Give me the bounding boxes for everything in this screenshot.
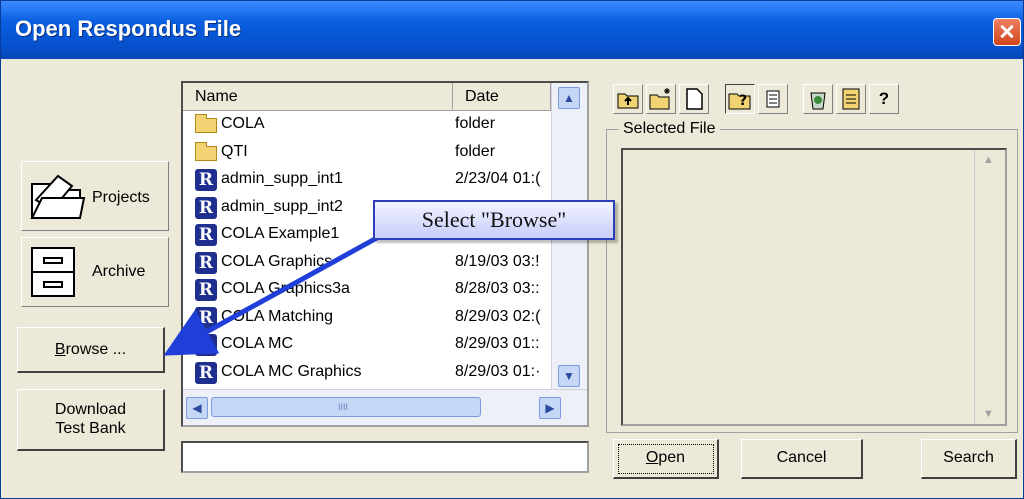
- annotation-callout: Select "Browse": [373, 200, 615, 240]
- annotation-arrow: [163, 226, 395, 356]
- open-file-dialog: Open Respondus File Projects Archive Bro…: [0, 0, 1024, 499]
